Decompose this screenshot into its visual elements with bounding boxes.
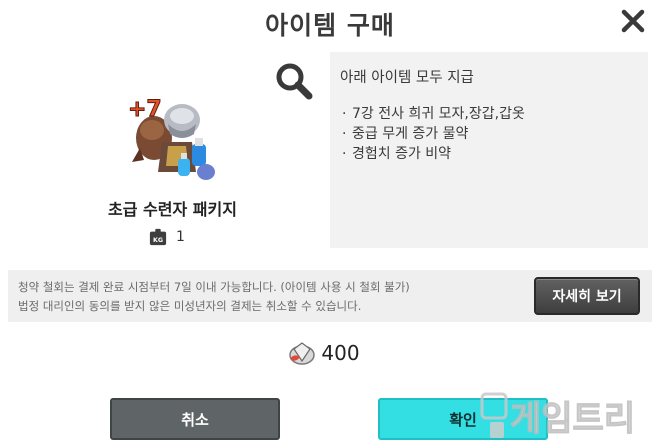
diamond-coin-icon <box>289 342 316 365</box>
refund-notice: 청약 철회는 결제 완료 시점부터 7일 이내 가능합니다. (아이템 사용 시… <box>8 270 652 322</box>
price-display: 400 <box>0 339 660 367</box>
list-item: · 7강 전사 희귀 모자,장갑,갑옷 <box>342 106 525 122</box>
close-button[interactable] <box>616 4 650 38</box>
view-details-button[interactable]: 자세히 보기 <box>534 277 640 315</box>
notice-text: 청약 철회는 결제 완료 시점부터 7일 이내 가능합니다. (아이템 사용 시… <box>18 278 410 316</box>
item-bundle-icon: +7 <box>128 97 215 180</box>
weight-icon: KG <box>149 228 167 246</box>
close-icon <box>621 9 645 33</box>
svg-text:+7: +7 <box>128 97 162 122</box>
item-preview: +7 초급 수련자 패키지 KG 1 <box>80 90 265 255</box>
quantity-row: KG 1 <box>149 227 185 247</box>
purchase-dialog: 아이템 구매 +7 초급 수련자 패키지 KG 1 아래 아이템 모두 지급 ·… <box>0 0 660 447</box>
price-amount: 400 <box>321 341 360 365</box>
description-list: · 7강 전사 희귀 모자,장갑,갑옷 · 중급 무게 증가 물약 · 경험치 증가 … <box>342 104 525 164</box>
watermark-logo: 게임트리 <box>480 392 636 440</box>
svg-text:게임트리: 게임트리 <box>510 399 635 439</box>
item-description-panel: 아래 아이템 모두 지급 · 7강 전사 희귀 모자,장갑,갑옷 · 중급 무게 증… <box>330 52 648 248</box>
item-quantity: 1 <box>176 229 185 245</box>
cancel-button[interactable]: 취소 <box>110 398 280 440</box>
item-name: 초급 수련자 패키지 <box>108 200 237 219</box>
notice-line: 법정 대리인의 동의를 받지 않은 미성년자의 결제는 취소할 수 있습니다. <box>18 299 362 313</box>
notice-line: 청약 철회는 결제 완료 시점부터 7일 이내 가능합니다. (아이템 사용 시… <box>18 280 410 294</box>
dialog-title: 아이템 구매 <box>265 11 395 40</box>
list-item: · 경험치 증가 비약 <box>342 146 452 162</box>
search-icon[interactable] <box>273 60 315 102</box>
description-heading: 아래 아이템 모두 지급 <box>340 70 474 86</box>
svg-text:KG: KG <box>153 237 163 244</box>
list-item: · 중급 무게 증가 물약 <box>342 126 469 142</box>
